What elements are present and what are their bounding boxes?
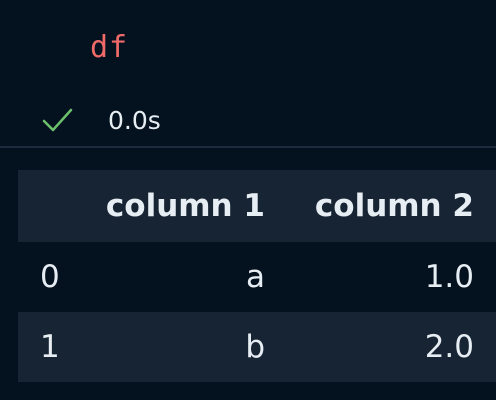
table-row: 1 b 2.0 [18, 312, 496, 382]
table-row: 0 a 1.0 [18, 242, 496, 312]
column-header: column 1 [105, 188, 265, 224]
code-input[interactable]: df [90, 30, 128, 65]
table-cell: 2.0 [424, 329, 474, 365]
output-divider [0, 146, 496, 148]
notebook-cell: df 0.0s column 1 column 2 0 a 1.0 1 b 2.… [0, 0, 496, 400]
column-header: column 2 [314, 188, 474, 224]
table-cell: a [246, 259, 265, 295]
dataframe-output: column 1 column 2 0 a 1.0 1 b 2.0 [18, 170, 496, 382]
table-header-row: column 1 column 2 [18, 170, 496, 242]
execution-time: 0.0s [108, 105, 161, 135]
table-cell: b [245, 329, 265, 365]
index-header [18, 170, 78, 242]
table-cell: 1.0 [424, 259, 474, 295]
checkmark-icon [42, 108, 73, 132]
row-index: 0 [40, 259, 60, 295]
row-index: 1 [40, 329, 60, 365]
execution-status: 0.0s [40, 100, 161, 140]
